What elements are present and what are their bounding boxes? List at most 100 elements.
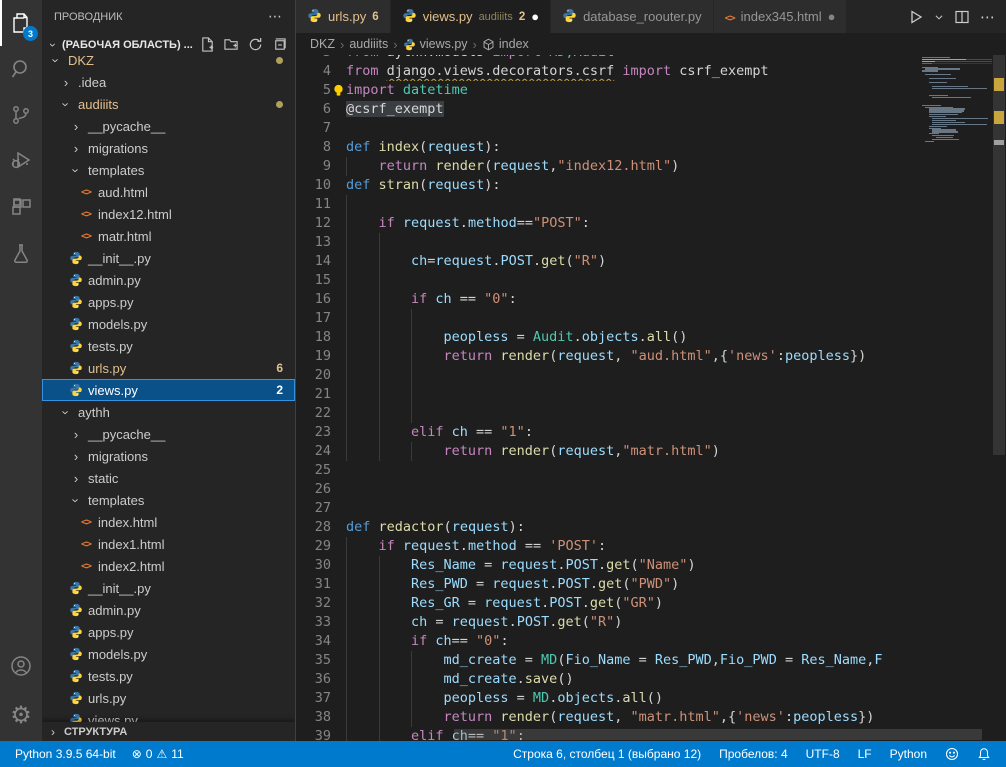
explorer-more-icon[interactable]: ⋯ xyxy=(268,8,283,25)
code-line-28[interactable]: 28def redactor(request): xyxy=(296,518,922,537)
code-line-5[interactable]: 5import datetime xyxy=(296,81,922,100)
code-line-33[interactable]: 33ch = request.POST.get("R") xyxy=(296,613,922,632)
testing-icon[interactable] xyxy=(0,230,42,276)
code-line-13[interactable]: 13 xyxy=(296,233,922,252)
settings-gear-icon[interactable]: ⚙ xyxy=(0,689,42,741)
code-line-3[interactable]: 3from aythh.models import MD,Audit xyxy=(296,55,922,62)
tree-item-index1-html[interactable]: <>index1.html xyxy=(42,533,295,555)
source-control-icon[interactable] xyxy=(0,92,42,138)
code-line-22[interactable]: 22 xyxy=(296,404,922,423)
code-line-18[interactable]: 18peopless = Audit.objects.all() xyxy=(296,328,922,347)
tree-item-admin-py[interactable]: admin.py xyxy=(42,599,295,621)
tree-item-index2-html[interactable]: <>index2.html xyxy=(42,555,295,577)
code-line-31[interactable]: 31Res_PWD = request.POST.get("PWD") xyxy=(296,575,922,594)
tree-item-aythh[interactable]: ›aythh xyxy=(42,401,295,423)
code-line-24[interactable]: 24return render(request,"matr.html") xyxy=(296,442,922,461)
code-line-25[interactable]: 25 xyxy=(296,461,922,480)
tree-item-templates[interactable]: ›templates xyxy=(42,159,295,181)
breadcrumb-item-views-py[interactable]: views.py xyxy=(403,37,468,51)
code-line-20[interactable]: 20 xyxy=(296,366,922,385)
run-debug-icon[interactable] xyxy=(0,138,42,184)
split-editor-icon[interactable] xyxy=(954,9,970,25)
code-line-30[interactable]: 30Res_Name = request.POST.get("Name") xyxy=(296,556,922,575)
code-line-27[interactable]: 27 xyxy=(296,499,922,518)
code-line-4[interactable]: 4from django.views.decorators.csrf impor… xyxy=(296,62,922,81)
explorer-icon[interactable]: 3 xyxy=(0,0,42,46)
code-line-26[interactable]: 26 xyxy=(296,480,922,499)
breadcrumb-item-audiiits[interactable]: audiiits xyxy=(349,37,388,51)
tree-item-matr-html[interactable]: <>matr.html xyxy=(42,225,295,247)
code-line-9[interactable]: 9return render(request,"index12.html") xyxy=(296,157,922,176)
code-line-6[interactable]: 6@csrf_exempt xyxy=(296,100,922,119)
tree-item-templates[interactable]: ›templates xyxy=(42,489,295,511)
code-line-29[interactable]: 29if request.method == 'POST': xyxy=(296,537,922,556)
indentation[interactable]: Пробелов: 4 xyxy=(714,747,793,761)
tree-item-static[interactable]: ›static xyxy=(42,467,295,489)
account-icon[interactable] xyxy=(0,643,42,689)
python-interpreter[interactable]: Python 3.9.5 64-bit xyxy=(10,747,121,761)
code-line-36[interactable]: 36md_create.save() xyxy=(296,670,922,689)
code-line-21[interactable]: 21 xyxy=(296,385,922,404)
tree-item-index-html[interactable]: <>index.html xyxy=(42,511,295,533)
extensions-icon[interactable] xyxy=(0,184,42,230)
horizontal-scrollbar-thumb[interactable] xyxy=(454,729,982,740)
scrollbar[interactable] xyxy=(992,55,1006,741)
tree-item-admin-py[interactable]: admin.py xyxy=(42,269,295,291)
tree-item--init-py[interactable]: __init__.py xyxy=(42,577,295,599)
code-line-17[interactable]: 17 xyxy=(296,309,922,328)
code-editor[interactable]: 3from aythh.models import MD,Audit4from … xyxy=(296,55,1006,741)
code-line-32[interactable]: 32Res_GR = request.POST.get("GR") xyxy=(296,594,922,613)
tree-item--pycache-[interactable]: ›__pycache__ xyxy=(42,423,295,445)
encoding[interactable]: UTF-8 xyxy=(801,747,845,761)
code-line-34[interactable]: 34if ch== "0": xyxy=(296,632,922,651)
cursor-position[interactable]: Строка 6, столбец 1 (выбрано 12) xyxy=(508,747,706,761)
code-line-7[interactable]: 7 xyxy=(296,119,922,138)
tree-item-aud-html[interactable]: <>aud.html xyxy=(42,181,295,203)
code-line-19[interactable]: 19return render(request, "aud.html",{'ne… xyxy=(296,347,922,366)
tree-item-tests-py[interactable]: tests.py xyxy=(42,335,295,357)
tree-item-apps-py[interactable]: apps.py xyxy=(42,291,295,313)
eol-sequence[interactable]: LF xyxy=(853,747,877,761)
tree-item-models-py[interactable]: models.py xyxy=(42,643,295,665)
tree-item-models-py[interactable]: models.py xyxy=(42,313,295,335)
dirty-dot-icon[interactable]: ● xyxy=(828,10,836,23)
code-line-10[interactable]: 10def stran(request): xyxy=(296,176,922,195)
outline-section-header[interactable]: › СТРУКТУРА xyxy=(42,722,295,741)
code-line-8[interactable]: 8def index(request): xyxy=(296,138,922,157)
dirty-dot-icon[interactable]: ● xyxy=(531,10,539,23)
breadcrumb-item-dkz[interactable]: DKZ xyxy=(310,37,335,51)
problems-indicator[interactable]: ⊗0 ⚠11 xyxy=(127,747,189,761)
tree-item-tests-py[interactable]: tests.py xyxy=(42,665,295,687)
lightbulb-icon[interactable] xyxy=(332,84,345,97)
code-line-12[interactable]: 12if request.method=="POST": xyxy=(296,214,922,233)
code-line-15[interactable]: 15 xyxy=(296,271,922,290)
language-mode[interactable]: Python xyxy=(885,747,932,761)
code-line-37[interactable]: 37peopless = MD.objects.all() xyxy=(296,689,922,708)
tree-item-migrations[interactable]: ›migrations xyxy=(42,445,295,467)
tree-item-urls-py[interactable]: urls.py xyxy=(42,687,295,709)
tree-item-views-py[interactable]: views.py xyxy=(42,709,295,722)
tab-index345-html[interactable]: <>index345.html● xyxy=(714,0,848,33)
tree-item--idea[interactable]: ›.idea xyxy=(42,71,295,93)
tree-item-apps-py[interactable]: apps.py xyxy=(42,621,295,643)
notifications-bell-icon[interactable] xyxy=(972,747,996,761)
run-dropdown-chevron-icon[interactable] xyxy=(934,9,944,25)
search-icon[interactable] xyxy=(0,46,42,92)
tab-views-py[interactable]: views.pyaudiiits2● xyxy=(391,0,551,33)
code-line-23[interactable]: 23elif ch == "1": xyxy=(296,423,922,442)
more-actions-icon[interactable]: ⋯ xyxy=(980,8,996,26)
run-python-file-icon[interactable] xyxy=(908,9,924,25)
tree-item--pycache-[interactable]: ›__pycache__ xyxy=(42,115,295,137)
feedback-icon[interactable] xyxy=(940,747,964,761)
code-line-14[interactable]: 14ch=request.POST.get("R") xyxy=(296,252,922,271)
tree-item-audiiits[interactable]: ›audiiits xyxy=(42,93,295,115)
tab-database-roouter-py[interactable]: database_roouter.py xyxy=(551,0,714,33)
tree-item-urls-py[interactable]: urls.py6 xyxy=(42,357,295,379)
breadcrumb-item-index[interactable]: index xyxy=(482,37,529,51)
tree-item--init-py[interactable]: __init__.py xyxy=(42,247,295,269)
code-line-35[interactable]: 35md_create = MD(Fio_Name = Res_PWD,Fio_… xyxy=(296,651,922,670)
tree-item-dkz[interactable]: ›DKZ xyxy=(42,49,295,71)
code-line-38[interactable]: 38return render(request, "matr.html",{'n… xyxy=(296,708,922,727)
tree-item-views-py[interactable]: views.py2 xyxy=(42,379,295,401)
minimap[interactable] xyxy=(922,55,992,741)
